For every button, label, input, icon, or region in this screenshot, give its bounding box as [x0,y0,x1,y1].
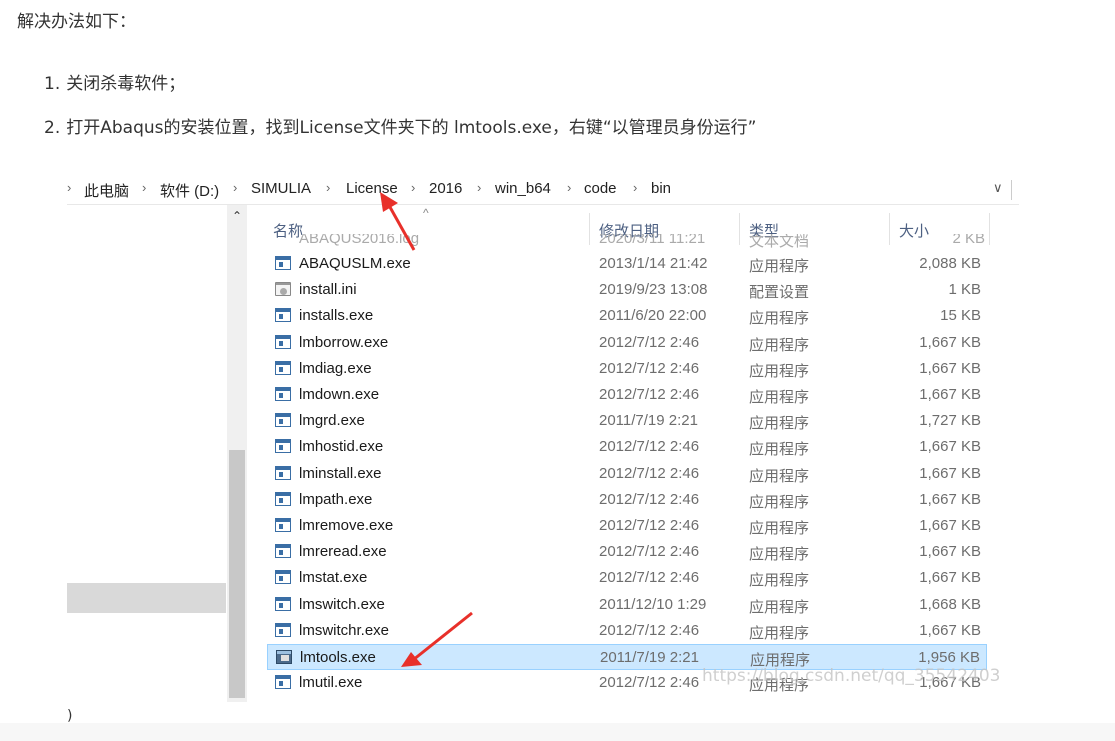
step-number: 2. [44,118,61,138]
page-bottom-strip [0,723,1115,741]
watermark: https://blog.csdn.net/qq_35542403 [702,666,1001,686]
annotation-arrows [380,192,473,667]
step-number: 1. [44,74,61,94]
step-text: 打开Abaqus的安装位置，找到License文件夹下的 lmtools.exe… [66,118,757,138]
arrow-to-lmtools [401,611,473,667]
step-1: 1. 关闭杀毒软件； [44,70,757,114]
intro-text: 解决办法如下： [17,12,136,32]
file-explorer-screenshot: › 此电脑 › 软件 (D:) › SIMULIA › License › 20… [67,176,1019,724]
step-text: 关闭杀毒软件； [66,74,186,94]
arrow-to-license [380,192,416,251]
steps-list: 1. 关闭杀毒软件； 2. 打开Abaqus的安装位置，找到License文件夹下的… [44,70,757,158]
step-2: 2. 打开Abaqus的安装位置，找到License文件夹下的 lmtools.e… [44,114,757,158]
navigation-text-fragment: ) [67,708,73,724]
